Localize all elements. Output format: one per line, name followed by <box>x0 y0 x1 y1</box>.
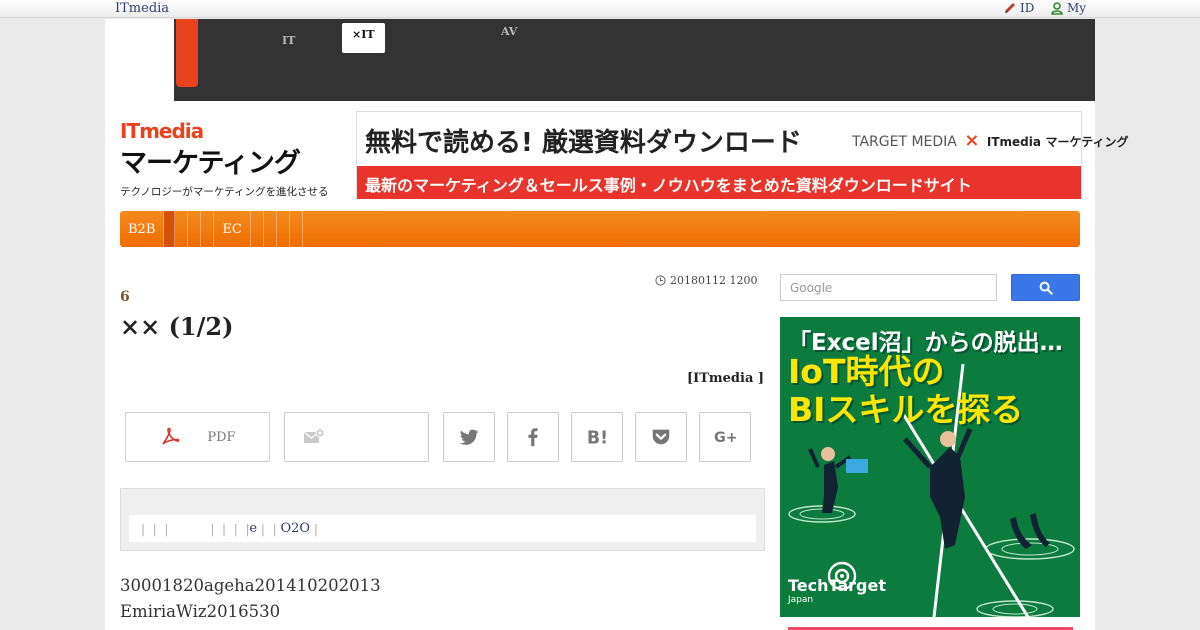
article-byline[interactable]: [ITmedia ] <box>687 371 764 386</box>
mail-article-button[interactable] <box>284 412 429 462</box>
nav-item-av-line1: AV <box>501 25 518 38</box>
banner-partners: TARGET MEDIA × ITmedia マーケティング <box>852 130 1128 151</box>
site-category-nav: IT ×IT AV <box>174 19 1095 101</box>
my-link[interactable]: My <box>1050 1 1086 15</box>
section-nav-item[interactable] <box>251 211 264 247</box>
tag-separators: | | | | | | | <box>141 521 250 536</box>
nav-item-av[interactable]: AV <box>501 26 517 38</box>
related-tags-list: | | | | | | | e | | O2O | <box>129 515 756 542</box>
svg-text:G+: G+ <box>714 430 736 446</box>
tag-o2o[interactable]: O2O <box>280 521 310 536</box>
section-nav-item[interactable] <box>290 211 303 247</box>
itmedia-home-link[interactable]: ITmedia <box>115 1 169 16</box>
top-utility-bar: ITmedia ID My <box>0 0 1200 18</box>
banner-strip: 最新のマーケティング＆セールス事例・ノウハウをまとめた資料ダウンロードサイト <box>357 166 1081 199</box>
mail-add-icon <box>303 428 325 443</box>
ad-brand-sub: Japan <box>788 595 814 605</box>
clock-icon <box>655 275 666 286</box>
nav-item-it[interactable]: IT <box>282 26 295 47</box>
pencil-icon <box>1005 3 1015 13</box>
id-link-label: ID <box>1020 1 1035 15</box>
banner-partner-marketing: マーケティング <box>1045 135 1129 149</box>
sidebar-ad-bi-skills[interactable]: 「Excel沼」からの脱出… IoT時代の BIスキルを探る TechTarge… <box>780 317 1080 617</box>
article-title: ×× (1/2) <box>120 312 234 341</box>
banner-partner-targetmedia: TARGET MEDIA <box>852 134 957 150</box>
id-link[interactable]: ID <box>1003 1 1034 15</box>
article-body-line: 30001820ageha201410202013 <box>120 576 381 595</box>
article-dateline: 20180112 1200 <box>655 274 757 287</box>
pdf-button[interactable]: PDF <box>125 412 270 462</box>
search-button[interactable] <box>1011 274 1080 301</box>
banner-partner-itmedia: ITmedia <box>986 135 1041 149</box>
tag-e[interactable]: e <box>249 521 257 536</box>
related-tags-box: | | | | | | | e | | O2O | <box>120 488 765 551</box>
google-plus-icon: G+ <box>714 430 736 446</box>
nav-red-tab[interactable] <box>176 19 198 87</box>
page-container: IT ×IT AV ITmedia マーケティング テクノロジーがマーケティング… <box>105 19 1128 630</box>
logo-tagline: テクノロジーがマーケティングを進化させる <box>120 186 329 198</box>
twitter-share-button[interactable] <box>443 412 495 462</box>
section-nav: B2B EC <box>120 211 1080 247</box>
section-nav-item[interactable] <box>175 211 189 247</box>
pocket-save-button[interactable] <box>635 412 687 462</box>
download-banner-ad[interactable]: 無料で読める! 厳選資料ダウンロード TARGET MEDIA × ITmedi… <box>356 111 1128 199</box>
section-nav-ec[interactable]: EC <box>214 211 251 247</box>
nav-item-x-it[interactable]: ×IT <box>342 23 385 53</box>
section-nav-item[interactable] <box>264 211 277 247</box>
site-logo[interactable]: ITmedia マーケティング テクノロジーがマーケティングを進化させる <box>120 119 345 199</box>
article-body-line: EmiriaWiz2016530 <box>120 602 281 621</box>
twitter-icon <box>459 429 479 445</box>
section-nav-item-active[interactable] <box>164 211 176 247</box>
banner-times: × <box>964 130 980 151</box>
facebook-icon <box>528 428 538 447</box>
google-search-input[interactable]: Google <box>780 274 997 301</box>
logo-itmedia: ITmedia <box>120 119 345 143</box>
section-nav-item[interactable] <box>188 211 202 247</box>
pdf-button-label: PDF <box>207 429 236 445</box>
nav-item-it-line2: IT <box>282 34 296 47</box>
logo-marketing: マーケティング <box>120 148 301 179</box>
pdf-icon <box>162 427 180 445</box>
my-link-label: My <box>1067 1 1087 15</box>
ad-line3: BIスキルを探る <box>788 390 1024 429</box>
section-nav-item[interactable] <box>277 211 290 247</box>
section-nav-b2b[interactable]: B2B <box>120 211 165 247</box>
pocket-icon <box>652 429 670 445</box>
article-date: 20180112 1200 <box>670 274 758 287</box>
article-body: 30001820ageha201410202013 EmiriaWiz20165… <box>120 573 381 625</box>
ad-line2: IoT時代の <box>788 352 945 391</box>
hatena-icon: B! <box>587 428 608 448</box>
nav-item-x-it-line2: ×IT <box>352 28 375 41</box>
article-kicker: 6 <box>120 289 130 305</box>
svg-text:B!: B! <box>587 428 608 448</box>
facebook-share-button[interactable] <box>507 412 559 462</box>
banner-headline: 無料で読める! 厳選資料ダウンロード <box>365 128 802 158</box>
search-icon <box>1039 281 1053 295</box>
hatena-bookmark-button[interactable]: B! <box>571 412 623 462</box>
logo-itmedia-text: ITmedia <box>120 119 204 143</box>
google-plus-share-button[interactable]: G+ <box>699 412 751 462</box>
user-icon <box>1051 2 1063 15</box>
section-nav-item[interactable] <box>201 211 215 247</box>
ad-brand: TechTarget Japan <box>788 578 886 607</box>
